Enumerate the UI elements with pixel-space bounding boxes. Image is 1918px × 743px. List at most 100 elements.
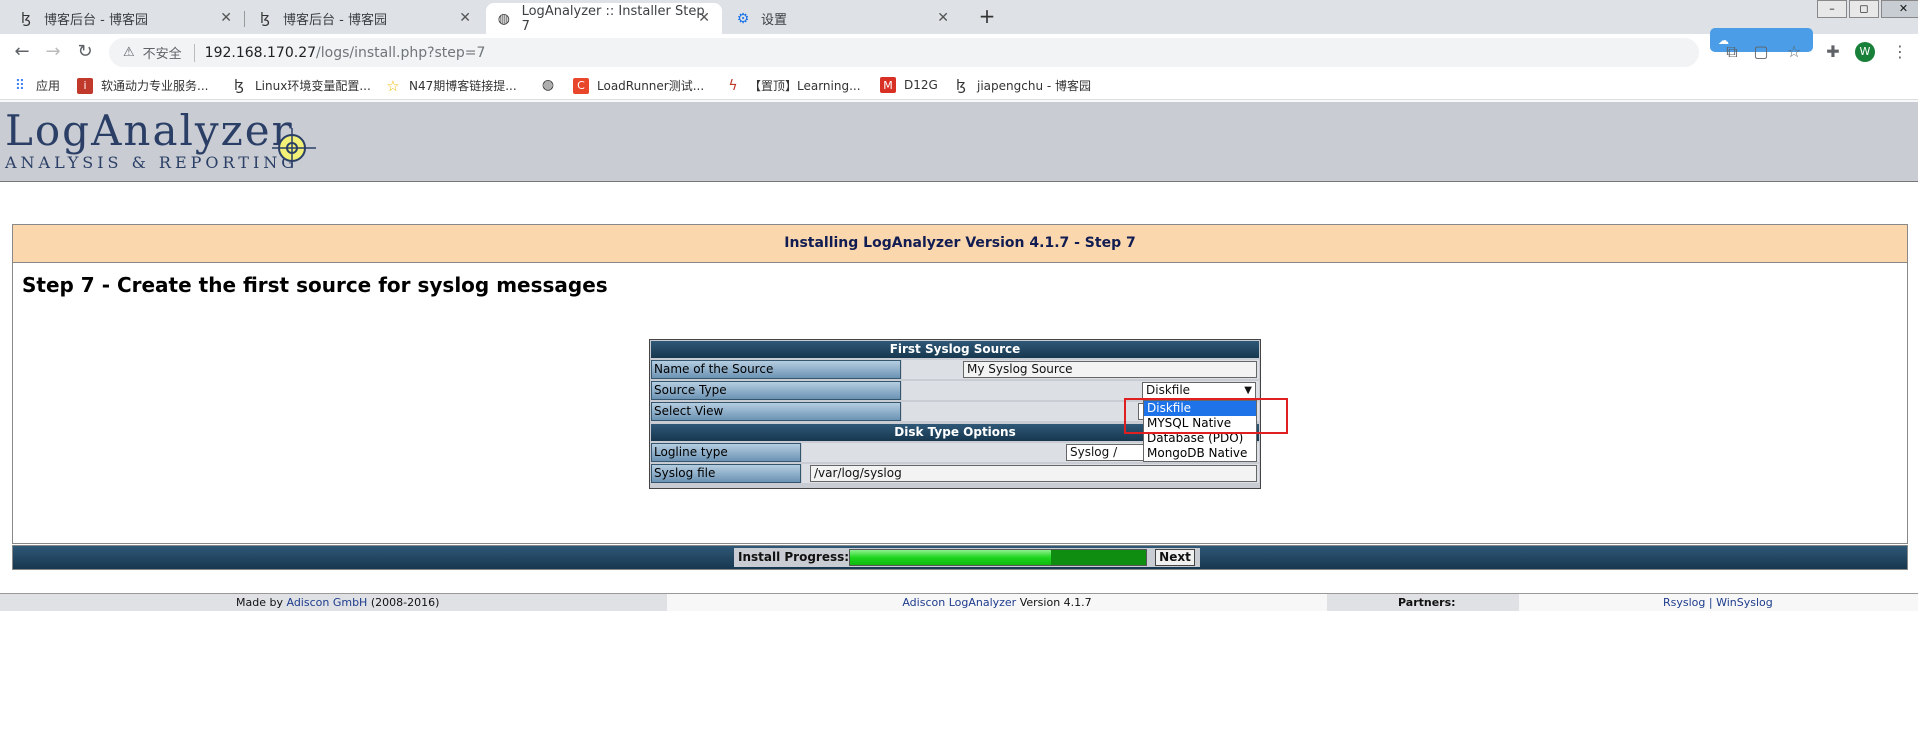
install-title: Installing LogAnalyzer Version 4.1.7 - S… [13,225,1907,263]
window-controls: – ◻ ✕ [1815,0,1918,18]
globe-icon: ◍ [541,77,555,93]
logo-subtitle: ANALYSIS & REPORTING [5,153,299,172]
step-heading: Step 7 - Create the first source for sys… [22,273,608,297]
gear-icon: ⚙ [736,10,750,27]
bookmark-label: 应用 [36,79,61,93]
back-arrow-icon[interactable]: ← [12,42,32,62]
bookmark-label: LoadRunner测试... [597,79,705,93]
csdn-icon: C [573,77,589,94]
bookmark-loadrunner[interactable]: C LoadRunner测试... [573,77,704,94]
progress-label: Install Progress: [738,550,850,564]
adiscon-link[interactable]: Adiscon GmbH [286,596,367,609]
browser-tab-active[interactable]: ◍ LogAnalyzer :: Installer Step 7 ✕ [486,3,722,34]
apps-grid-icon: ⠿ [14,77,26,94]
bookmark-linux-env[interactable]: ɮ Linux环境变量配置... [231,77,371,94]
bookmark-label: 软通动力专业服务... [101,79,209,93]
browser-toolbar: ← → ↻ ⚠ 不安全 192.168.170.27 /logs/install… [0,34,1918,70]
source-type-selected: Diskfile [1146,383,1191,397]
name-label: Name of the Source [651,360,901,379]
close-icon[interactable]: ✕ [459,10,471,26]
bookmark-label: D12G [904,78,938,92]
target-crosshair-icon [272,128,316,168]
footer-partners: Rsyslog | WinSyslog [1519,594,1918,611]
isoftstone-icon: i [77,77,93,94]
footer-years: (2008-2016) [370,596,440,609]
bookmark-jiapengchu[interactable]: ɮ jiapengchu - 博客园 [953,77,1091,94]
app-footer: Made by Adiscon GmbH (2008-2016) Adiscon… [0,593,1918,611]
logline-type-label: Logline type [651,443,801,462]
close-icon[interactable]: ✕ [937,10,949,26]
address-divider [193,43,195,62]
bookmarks-bar: ⠿ 应用 i 软通动力专业服务... ɮ Linux环境变量配置... ☆ N4… [0,70,1918,100]
tab-title: 设置 [761,13,788,28]
form-section-title: First Syslog Source [651,341,1259,358]
bookmark-learning[interactable]: ϟ 【置顶】Learning... [725,77,861,94]
tab-title: 博客后台 - 博客园 [44,13,148,28]
close-icon[interactable]: ✕ [698,10,710,26]
bookmark-d12g[interactable]: M D12G [880,77,938,93]
reload-icon[interactable]: ↻ [75,42,95,62]
bookmark-label: 【置顶】Learning... [749,79,861,93]
rsyslog-link[interactable]: Rsyslog [1663,596,1705,609]
footer-product: Adiscon LogAnalyzer Version 4.1.7 [667,594,1327,611]
logline-type-select[interactable]: Syslog / RSys [1066,444,1144,461]
close-icon[interactable]: ✕ [220,10,232,26]
source-name-input[interactable]: My Syslog Source [963,361,1257,378]
next-button[interactable]: Next [1155,549,1195,566]
globe-icon: ◍ [497,10,510,27]
install-progress-row: Install Progress: Next [12,545,1908,570]
bookmark-apps[interactable]: ⠿ 应用 [12,77,60,94]
footer-made-by-text: Made by [236,596,283,609]
footer-version: Version 4.1.7 [1019,596,1092,609]
tab-separator [244,11,245,27]
bookmark-n47[interactable]: ☆ N47期博客链接提... [385,76,517,95]
url-path: /logs/install.php?step=7 [316,44,486,61]
highlight-box [1124,398,1288,434]
maximize-icon[interactable]: ◻ [1849,0,1879,18]
bird-icon: ϟ [728,77,738,94]
partner-separator: | [1708,596,1713,609]
bookmark-label: jiapengchu - 博客园 [977,79,1092,93]
chevron-down-icon: ▼ [1244,385,1252,396]
extensions-puzzle-icon[interactable]: ✚ [1823,42,1843,62]
tab-search-icon[interactable]: ▢ [1751,42,1771,62]
forward-arrow-icon[interactable]: → [43,42,63,62]
window-close-icon[interactable]: ✕ [1881,0,1918,18]
logo-title: LogAnalyzer [5,106,294,155]
partners-label: Partners: [1398,596,1456,609]
tab-title: 博客后台 - 博客园 [283,13,387,28]
syslog-file-input[interactable]: /var/log/syslog [810,465,1257,482]
progress-fill [850,550,1052,565]
source-type-label: Source Type [651,381,901,400]
new-tab-button[interactable]: + [974,5,1000,29]
bookmark-globe[interactable]: ◍ [540,77,564,93]
browser-tab-settings[interactable]: ⚙ 设置 ✕ [725,3,961,34]
address-bar[interactable]: ⚠ 不安全 192.168.170.27 /logs/install.php?s… [109,38,1699,67]
tab-strip: ɮ 博客后台 - 博客园 ✕ ɮ 博客后台 - 博客园 ✕ ◍ LogAnaly… [0,0,1918,34]
bookmark-star-icon[interactable]: ☆ [1784,42,1804,62]
star-icon: ☆ [386,76,400,95]
winsyslog-link[interactable]: WinSyslog [1716,596,1773,609]
cnblogs-icon: ɮ [234,77,244,94]
select-view-label: Select View [651,402,901,421]
progress-bar [849,549,1147,566]
cnblogs-icon: ɮ [956,77,966,94]
insecure-label[interactable]: 不安全 [143,43,182,62]
syslog-file-label: Syslog file [651,464,801,483]
bookmark-isoftstone[interactable]: i 软通动力专业服务... [77,77,208,94]
cnblogs-icon: ɮ [21,10,31,27]
loganalyzer-link[interactable]: Adiscon LogAnalyzer [902,596,1016,609]
app-header: LogAnalyzer ANALYSIS & REPORTING [0,102,1918,182]
warning-icon[interactable]: ⚠ [123,45,135,60]
dropdown-option-mongodb-native[interactable]: MongoDB Native [1144,446,1256,461]
translate-icon[interactable]: ⧉ [1722,42,1742,62]
browser-tab-1[interactable]: ɮ 博客后台 - 博客园 ✕ [8,3,245,34]
browser-tab-2[interactable]: ɮ 博客后台 - 博客园 ✕ [247,3,483,34]
tab-title: LogAnalyzer :: Installer Step 7 [521,3,705,34]
minimize-icon[interactable]: – [1817,0,1847,18]
menu-dots-icon[interactable]: ⋮ [1890,42,1910,62]
bookmark-label: Linux环境变量配置... [255,79,371,93]
profile-avatar[interactable]: W [1855,42,1875,62]
source-type-select[interactable]: Diskfile ▼ [1142,382,1256,399]
bookmark-label: N47期博客链接提... [409,79,517,93]
